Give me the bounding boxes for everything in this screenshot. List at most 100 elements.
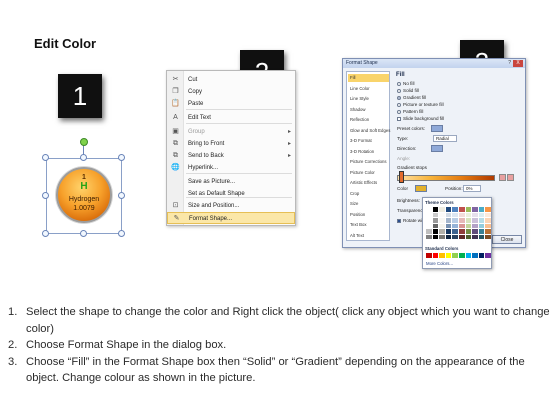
theme-color-swatch[interactable]	[452, 218, 458, 223]
theme-color-swatch[interactable]	[426, 207, 432, 212]
theme-color-swatch[interactable]	[485, 207, 491, 212]
theme-color-swatch[interactable]	[478, 223, 485, 228]
resize-handle-left[interactable]	[42, 192, 49, 199]
standard-color-swatch[interactable]	[458, 253, 465, 258]
category-picture-corrections[interactable]: Picture Corrections	[348, 158, 389, 166]
theme-color-swatch[interactable]	[426, 212, 432, 217]
theme-color-swatch[interactable]	[432, 223, 439, 228]
theme-color-swatch[interactable]	[465, 207, 472, 212]
color-button[interactable]	[415, 185, 427, 192]
theme-color-swatch[interactable]	[465, 218, 472, 223]
theme-color-swatch[interactable]	[458, 223, 465, 228]
standard-color-swatch[interactable]	[426, 253, 432, 258]
theme-color-swatch[interactable]	[452, 229, 458, 234]
theme-color-swatch[interactable]	[452, 223, 458, 228]
theme-color-swatch[interactable]	[432, 207, 439, 212]
standard-color-swatch[interactable]	[432, 253, 439, 258]
theme-color-swatch[interactable]	[426, 229, 432, 234]
theme-color-swatch[interactable]	[472, 207, 478, 212]
position-input[interactable]: 0%	[463, 185, 481, 192]
menu-item-size-and-position[interactable]: ⊡ Size and Position...	[167, 200, 295, 212]
theme-color-swatch[interactable]	[478, 234, 485, 239]
theme-color-swatch[interactable]	[439, 234, 445, 239]
theme-color-swatch[interactable]	[445, 207, 452, 212]
menu-item-send-to-back[interactable]: ⧉ Send to Back ▸	[167, 150, 295, 162]
theme-color-swatch[interactable]	[485, 234, 491, 239]
theme-color-swatch[interactable]	[426, 218, 432, 223]
rotation-handle[interactable]	[80, 138, 88, 146]
theme-color-swatch[interactable]	[485, 229, 491, 234]
category-line-style[interactable]: Line Style	[348, 95, 389, 103]
theme-color-swatch[interactable]	[439, 218, 445, 223]
category-text-box[interactable]: Text Box	[348, 221, 389, 229]
close-button[interactable]: Close	[492, 235, 522, 244]
menu-item-format-shape[interactable]: ✎ Format Shape...	[167, 212, 295, 224]
category-3-d-format[interactable]: 3-D Format	[348, 137, 389, 145]
theme-color-swatch[interactable]	[458, 218, 465, 223]
category-fill[interactable]: Fill	[348, 74, 389, 82]
category-line-color[interactable]: Line Color	[348, 85, 389, 93]
category-3-d-rotation[interactable]: 3-D Rotation	[348, 148, 389, 156]
theme-color-swatch[interactable]	[465, 234, 472, 239]
theme-color-swatch[interactable]	[439, 229, 445, 234]
category-crop[interactable]: Crop	[348, 190, 389, 198]
gradient-bar[interactable]	[397, 175, 495, 181]
standard-color-swatch[interactable]	[445, 253, 452, 258]
theme-color-swatch[interactable]	[465, 229, 472, 234]
theme-color-swatch[interactable]	[426, 234, 432, 239]
theme-color-swatch[interactable]	[432, 218, 439, 223]
theme-color-swatch[interactable]	[472, 218, 478, 223]
gradient-stop-handle[interactable]	[399, 171, 404, 183]
standard-color-swatch[interactable]	[485, 253, 491, 258]
standard-color-swatch[interactable]	[452, 253, 458, 258]
theme-color-swatch[interactable]	[485, 212, 491, 217]
theme-color-swatch[interactable]	[432, 229, 439, 234]
fill-option-solid-fill[interactable]: Solid fill	[397, 87, 419, 94]
menu-item-bring-to-front[interactable]: ⧉ Bring to Front ▸	[167, 138, 295, 150]
theme-color-swatch[interactable]	[432, 212, 439, 217]
fill-option-picture-or-texture-fill[interactable]: Picture or texture fill	[397, 101, 444, 108]
theme-color-swatch[interactable]	[452, 207, 458, 212]
resize-handle-bottom[interactable]	[80, 230, 87, 237]
standard-color-swatch[interactable]	[439, 253, 445, 258]
theme-color-swatch[interactable]	[465, 223, 472, 228]
menu-item-save-as-picture[interactable]: Save as Picture...	[167, 176, 295, 188]
theme-color-swatch[interactable]	[472, 229, 478, 234]
theme-color-swatch[interactable]	[426, 223, 432, 228]
menu-item-copy[interactable]: ❐ Copy	[167, 86, 295, 98]
fill-option-gradient-fill[interactable]: Gradient fill	[397, 94, 426, 101]
menu-item-cut[interactable]: ✂ Cut	[167, 74, 295, 86]
theme-color-swatch[interactable]	[439, 223, 445, 228]
more-colors-link[interactable]: More Colors...	[426, 261, 453, 266]
help-icon[interactable]: ?	[508, 60, 511, 66]
standard-color-swatch[interactable]	[465, 253, 472, 258]
slide-background-checkbox[interactable]: Slide background fill	[397, 115, 444, 122]
resize-handle-top[interactable]	[80, 154, 87, 161]
theme-color-swatch[interactable]	[445, 212, 452, 217]
theme-color-swatch[interactable]	[458, 229, 465, 234]
resize-handle-bottom-left[interactable]	[42, 230, 49, 237]
preset-colors-button[interactable]	[431, 125, 443, 132]
theme-color-swatch[interactable]	[432, 234, 439, 239]
theme-color-swatch[interactable]	[445, 229, 452, 234]
standard-color-swatch[interactable]	[478, 253, 485, 258]
type-select[interactable]: Radial	[433, 135, 457, 142]
fill-option-no-fill[interactable]: No fill	[397, 80, 415, 87]
resize-handle-top-left[interactable]	[42, 154, 49, 161]
category-picture-color[interactable]: Picture Color	[348, 169, 389, 177]
theme-color-swatch[interactable]	[478, 229, 485, 234]
add-stop-button[interactable]	[499, 174, 506, 181]
resize-handle-top-right[interactable]	[118, 154, 125, 161]
hydrogen-orb[interactable]: 1 H Hydrogen 1.0079	[56, 167, 112, 223]
category-reflection[interactable]: Reflection	[348, 116, 389, 124]
theme-color-swatch[interactable]	[445, 218, 452, 223]
theme-color-swatch[interactable]	[458, 234, 465, 239]
category-position[interactable]: Position	[348, 211, 389, 219]
category-artistic-effects[interactable]: Artistic Effects	[348, 179, 389, 187]
theme-color-swatch[interactable]	[472, 212, 478, 217]
theme-color-swatch[interactable]	[452, 212, 458, 217]
theme-color-swatch[interactable]	[478, 218, 485, 223]
close-icon[interactable]: X	[513, 60, 523, 67]
resize-handle-bottom-right[interactable]	[118, 230, 125, 237]
menu-item-set-as-default-shape[interactable]: Set as Default Shape	[167, 188, 295, 200]
